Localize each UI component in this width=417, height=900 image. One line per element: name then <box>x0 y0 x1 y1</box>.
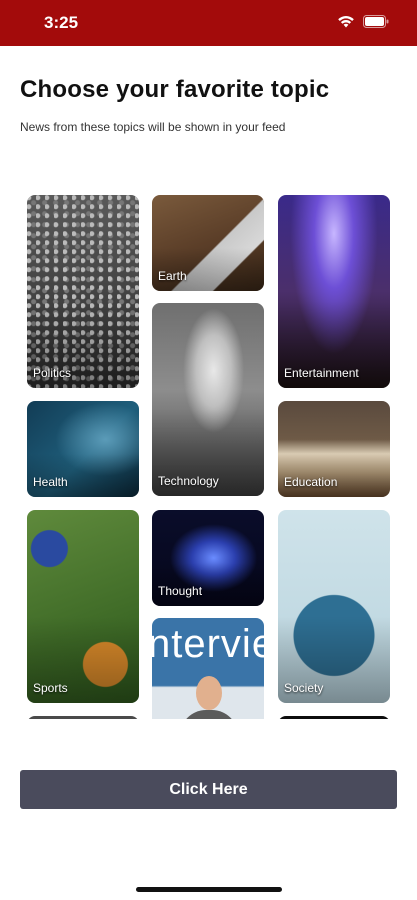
home-indicator[interactable] <box>136 887 282 892</box>
topic-label: Thought <box>158 584 203 598</box>
topic-label: Education <box>284 475 338 489</box>
topic-tile-politics[interactable]: Politics <box>27 195 139 388</box>
topic-tile-interview[interactable]: nterview <box>152 618 264 719</box>
partial-image <box>278 716 390 719</box>
status-time: 3:25 <box>44 13 79 32</box>
topic-label: Politics <box>33 366 72 380</box>
topic-tile-education[interactable]: Education <box>278 401 390 497</box>
page-title: Choose your favorite topic <box>20 76 330 103</box>
topic-tile-thought[interactable]: Thought <box>152 510 264 606</box>
partial-image <box>27 716 139 719</box>
topic-label: Technology <box>158 474 219 488</box>
topic-tile-partial-left[interactable] <box>27 716 139 719</box>
topic-grid[interactable]: Politics Earth Entertainment Technology … <box>0 185 417 719</box>
interview-image: nterview <box>152 618 264 719</box>
interview-image-text: nterview <box>152 622 264 666</box>
topic-tile-earth[interactable]: Earth <box>152 195 264 291</box>
topic-label: Sports <box>33 681 68 695</box>
topic-tile-partial-right[interactable] <box>278 716 390 719</box>
topic-tile-health[interactable]: Health <box>27 401 139 497</box>
topic-label: Entertainment <box>284 366 359 380</box>
click-here-button[interactable]: Click Here <box>20 770 397 809</box>
status-bar: 3:25 <box>0 0 417 46</box>
person-body-graphic <box>180 710 238 719</box>
page-subtitle: News from these topics will be shown in … <box>20 120 286 134</box>
topic-tile-sports[interactable]: Sports <box>27 510 139 703</box>
wifi-icon <box>337 15 355 28</box>
person-head-graphic <box>196 676 222 710</box>
battery-icon <box>363 15 389 28</box>
topic-tile-entertainment[interactable]: Entertainment <box>278 195 390 388</box>
status-icons <box>337 15 389 28</box>
topic-label: Society <box>284 681 324 695</box>
topic-label: Health <box>33 475 68 489</box>
topic-tile-society[interactable]: Society <box>278 510 390 703</box>
topic-tile-technology[interactable]: Technology <box>152 303 264 496</box>
topic-label: Earth <box>158 269 187 283</box>
